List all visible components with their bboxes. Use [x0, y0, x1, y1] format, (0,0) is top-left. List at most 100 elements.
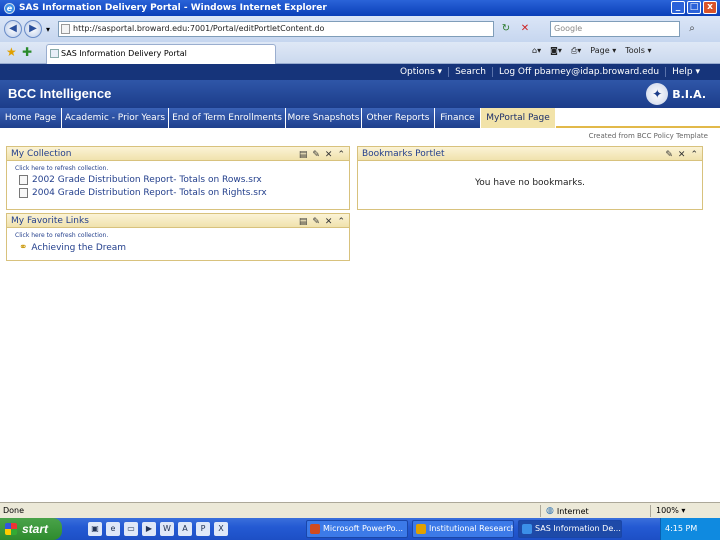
divider — [650, 505, 651, 517]
tools-menu[interactable]: Tools ▾ — [625, 46, 651, 56]
access-icon[interactable]: A — [178, 522, 192, 536]
taskbar-item-institutional-research[interactable]: Institutional Research ... — [412, 520, 514, 538]
ie-icon[interactable]: e — [106, 522, 120, 536]
clock: 4:15 PM — [665, 524, 698, 533]
zoom-control[interactable]: 100% ▾ — [656, 506, 685, 515]
collapse-icon[interactable]: ⌃ — [337, 215, 345, 229]
portal-tab-bar: Home Page Academic - Prior Years End of … — [0, 108, 720, 128]
portlet-title: My Favorite Links — [11, 216, 89, 226]
taskbar-item-label: Microsoft PowerPo... — [323, 524, 404, 533]
minimize-button[interactable]: _ — [671, 1, 685, 14]
list-item-label: 2004 Grade Distribution Report- Totals o… — [32, 188, 267, 198]
maximize-button[interactable]: □ — [687, 1, 701, 14]
portlet-title: Bookmarks Portlet — [362, 149, 445, 159]
history-dropdown-icon[interactable]: ▾ — [46, 25, 50, 34]
seal-icon: ✦ — [646, 83, 669, 105]
powerpoint-icon — [310, 524, 320, 534]
portal-banner: BCC Intelligence ✦ B.I.A. — [0, 80, 720, 108]
list-item-label: 2002 Grade Distribution Report- Totals o… — [32, 175, 262, 185]
tab-other-reports[interactable]: Other Reports — [362, 108, 435, 128]
add-favorite-icon[interactable]: ✚ — [22, 45, 32, 59]
tab-home-page[interactable]: Home Page — [0, 108, 62, 128]
portlet-header: My Collection ▤ ✎ ✕ ⌃ — [7, 147, 349, 161]
favorites-star-icon[interactable]: ★ — [6, 45, 17, 59]
tab-end-of-term-enrollments[interactable]: End of Term Enrollments — [169, 108, 286, 128]
log-off-link[interactable]: Log Off pbarney@idap.broward.edu — [491, 67, 665, 77]
tab-more-snapshots[interactable]: More Snapshots — [286, 108, 362, 128]
report-document-icon — [19, 175, 28, 185]
page-icon — [61, 24, 70, 34]
divider — [540, 505, 541, 517]
edit-icon[interactable]: ✎ — [312, 215, 320, 229]
feeds-icon[interactable]: ◙▾ — [550, 46, 562, 56]
edit-icon[interactable]: ✎ — [665, 148, 673, 162]
print-icon[interactable]: ⎙▾ — [571, 46, 581, 56]
ie-logo-icon: e — [4, 2, 15, 14]
folder-icon[interactable]: ▭ — [124, 522, 138, 536]
tab-myportal-page[interactable]: MyPortal Page — [481, 108, 556, 128]
security-zone: ◍ Internet — [546, 506, 589, 516]
taskbar-item-label: SAS Information De... — [535, 524, 621, 533]
powerpoint-icon[interactable]: P — [196, 522, 210, 536]
report-document-icon — [19, 188, 28, 198]
address-bar[interactable]: http://sasportal.broward.edu:7001/Portal… — [58, 21, 494, 37]
search-link[interactable]: Search — [448, 67, 492, 77]
taskbar: start ▣ e ▭ ▶ W A P X Microsoft PowerPo.… — [0, 518, 720, 540]
taskbar-item-label: Institutional Research ... — [429, 524, 514, 533]
window-controls: _ □ x — [671, 1, 717, 14]
window-title: SAS Information Delivery Portal - Window… — [19, 3, 327, 13]
remove-icon[interactable]: ✕ — [325, 215, 333, 229]
address-url: http://sasportal.broward.edu:7001/Portal… — [73, 24, 325, 33]
refresh-link[interactable]: Click here to refresh collection. — [15, 165, 349, 172]
help-menu[interactable]: Help ▾ — [665, 67, 706, 77]
browser-icon — [416, 524, 426, 534]
ie-icon — [522, 524, 532, 534]
list-item-label: Achieving the Dream — [31, 242, 127, 253]
browser-tab-active[interactable]: SAS Information Delivery Portal — [46, 44, 276, 64]
list-item[interactable]: ⚭ Achieving the Dream — [19, 242, 349, 253]
zone-label: Internet — [556, 506, 589, 516]
taskbar-item-powerpoint[interactable]: Microsoft PowerPo... — [306, 520, 408, 538]
search-icon[interactable]: ⌕ — [684, 21, 700, 37]
back-button[interactable]: ◀ — [4, 20, 22, 38]
window-title-bar: e SAS Information Delivery Portal - Wind… — [0, 0, 720, 16]
start-button[interactable]: start — [0, 518, 62, 540]
collapse-icon[interactable]: ⌃ — [337, 148, 345, 162]
empty-message: You have no bookmarks. — [474, 178, 586, 188]
edit-icon[interactable]: ✎ — [312, 148, 320, 162]
taskbar-item-sas-portal[interactable]: SAS Information De... — [518, 520, 622, 538]
refresh-link[interactable]: Click here to refresh collection. — [15, 232, 349, 239]
globe-icon: ◍ — [546, 506, 554, 516]
command-bar: ⌂▾ ◙▾ ⎙▾ Page ▾ Tools ▾ — [532, 46, 652, 56]
bookmarks-portlet: Bookmarks Portlet ✎ ✕ ⌃ You have no book… — [357, 146, 703, 210]
close-button[interactable]: x — [703, 1, 717, 14]
media-icon[interactable]: ▶ — [142, 522, 156, 536]
collapse-icon[interactable]: ⌃ — [690, 148, 698, 162]
options-menu[interactable]: Options ▾ — [394, 67, 448, 77]
portal-top-nav: Options ▾ Search Log Off pbarney@idap.br… — [0, 64, 720, 80]
tab-toolbar: ★ ✚ SAS Information Delivery Portal ⌂▾ ◙… — [0, 42, 720, 64]
tab-academic-prior-years[interactable]: Academic - Prior Years — [62, 108, 169, 128]
page-menu[interactable]: Page ▾ — [590, 46, 616, 56]
page-icon[interactable]: ▤ — [299, 148, 308, 162]
browser-tab-title: SAS Information Delivery Portal — [61, 49, 187, 58]
word-icon[interactable]: W — [160, 522, 174, 536]
status-bar: Done ◍ Internet 100% ▾ — [0, 502, 720, 518]
portlet-header: My Favorite Links ▤ ✎ ✕ ⌃ — [7, 214, 349, 228]
stop-icon[interactable]: ✕ — [517, 21, 533, 37]
home-icon[interactable]: ⌂▾ — [532, 46, 541, 56]
quick-launch: ▣ e ▭ ▶ W A P X — [88, 522, 228, 536]
tab-finance[interactable]: Finance — [435, 108, 481, 128]
start-label: start — [22, 522, 49, 536]
page-icon[interactable]: ▤ — [299, 215, 308, 229]
search-input[interactable]: Google — [550, 21, 680, 37]
remove-icon[interactable]: ✕ — [325, 148, 333, 162]
list-item[interactable]: 2002 Grade Distribution Report- Totals o… — [19, 175, 349, 185]
forward-button[interactable]: ▶ — [24, 20, 42, 38]
refresh-icon[interactable]: ↻ — [498, 21, 514, 37]
excel-icon[interactable]: X — [214, 522, 228, 536]
desktop-icon[interactable]: ▣ — [88, 522, 102, 536]
list-item[interactable]: 2004 Grade Distribution Report- Totals o… — [19, 188, 349, 198]
remove-icon[interactable]: ✕ — [678, 148, 686, 162]
address-toolbar: ◀ ▶ ▾ http://sasportal.broward.edu:7001/… — [0, 16, 720, 42]
